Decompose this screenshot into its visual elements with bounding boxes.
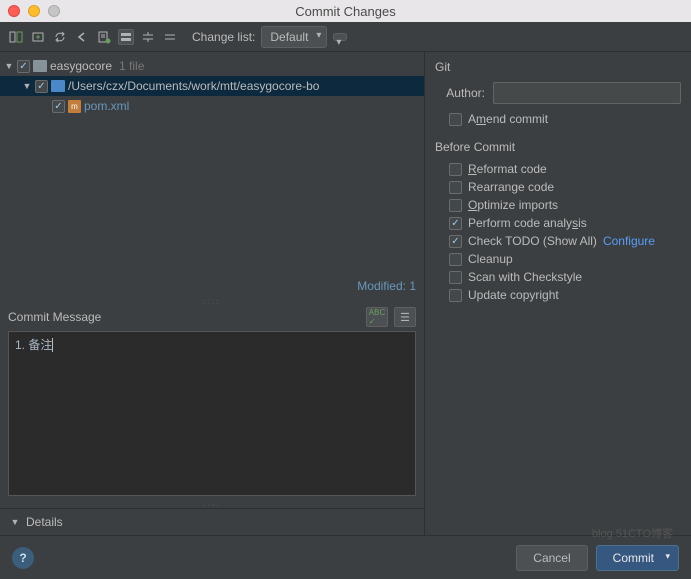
checkbox[interactable] [449, 271, 462, 284]
details-toggle[interactable]: ▼ Details [0, 508, 424, 535]
option-label: Cleanup [468, 252, 513, 266]
tree-meta: 1 file [119, 59, 144, 73]
checkbox[interactable] [52, 100, 65, 113]
configure-link[interactable]: Configure [603, 234, 655, 248]
expand-toggle-icon[interactable]: ▼ [22, 81, 32, 91]
option-label: Rearrange code [468, 180, 554, 194]
checkbox[interactable] [449, 217, 462, 230]
checkbox[interactable] [449, 199, 462, 212]
modified-count: Modified: 1 [0, 275, 424, 297]
maven-file-icon: m [68, 100, 81, 113]
commit-message-input[interactable]: 1. 备注 [8, 331, 416, 496]
expand-toggle-icon[interactable]: ▼ [4, 61, 14, 71]
before-commit-option[interactable]: Optimize imports [449, 198, 681, 212]
collapse-all-icon[interactable] [162, 29, 178, 45]
spellcheck-icon[interactable]: ABC✓ [366, 307, 388, 327]
tree-file-row[interactable]: m pom.xml [0, 96, 424, 116]
changelist-label: Change list: [192, 30, 255, 44]
option-label: Reformat code [468, 162, 547, 176]
checkbox[interactable] [449, 163, 462, 176]
tree-label: easygocore [50, 59, 112, 73]
checkbox[interactable] [449, 289, 462, 302]
commit-message-label: Commit Message [8, 310, 101, 324]
before-commit-title: Before Commit [435, 140, 681, 154]
option-label: Check TODO (Show All) [468, 234, 597, 248]
checkbox[interactable] [35, 80, 48, 93]
expand-all-icon[interactable] [140, 29, 156, 45]
checkbox[interactable] [17, 60, 30, 73]
author-label: Author: [435, 86, 485, 100]
move-to-changelist-icon[interactable] [30, 29, 46, 45]
option-label: Update copyright [468, 288, 559, 302]
before-commit-option[interactable]: Reformat code [449, 162, 681, 176]
changelist-actions-dropdown[interactable] [333, 33, 347, 41]
checkbox[interactable] [449, 113, 462, 126]
checkbox[interactable] [449, 181, 462, 194]
revert-icon[interactable] [74, 29, 90, 45]
checkbox[interactable] [449, 235, 462, 248]
folder-icon [51, 80, 65, 92]
changelist-select[interactable]: Default [261, 26, 327, 48]
left-panel: ▼ easygocore 1 file ▼ /Users/czx/Documen… [0, 52, 425, 535]
before-commit-option[interactable]: Perform code analysis [449, 216, 681, 230]
author-input[interactable] [493, 82, 681, 104]
footer: ? Cancel Commit [0, 535, 691, 579]
changes-tree[interactable]: ▼ easygocore 1 file ▼ /Users/czx/Documen… [0, 52, 424, 120]
before-commit-option[interactable]: Check TODO (Show All) Configure [449, 234, 681, 248]
window-title: Commit Changes [0, 4, 691, 19]
before-commit-option[interactable]: Rearrange code [449, 180, 681, 194]
group-by-directory-icon[interactable] [118, 29, 134, 45]
chevron-down-icon: ▼ [10, 517, 20, 527]
toolbar: Change list: Default [0, 22, 691, 52]
tree-label: pom.xml [84, 99, 129, 113]
history-icon[interactable]: ☰ [394, 307, 416, 327]
refresh-icon[interactable] [52, 29, 68, 45]
before-commit-option[interactable]: Cleanup [449, 252, 681, 266]
tree-root-row[interactable]: ▼ easygocore 1 file [0, 56, 424, 76]
git-section-title: Git [435, 60, 681, 74]
tree-label: /Users/czx/Documents/work/mtt/easygocore… [68, 79, 319, 93]
amend-commit-label: Amend commit [468, 112, 548, 126]
help-icon[interactable]: ? [12, 547, 34, 569]
show-diff-icon[interactable] [8, 29, 24, 45]
option-label: Optimize imports [468, 198, 558, 212]
tree-path-row[interactable]: ▼ /Users/czx/Documents/work/mtt/easygoco… [0, 76, 424, 96]
before-commit-option[interactable]: Update copyright [449, 288, 681, 302]
before-commit-option[interactable]: Scan with Checkstyle [449, 270, 681, 284]
option-label: Perform code analysis [468, 216, 587, 230]
option-label: Scan with Checkstyle [468, 270, 582, 284]
right-panel: Git Author: Amend commit Before Commit R… [425, 52, 691, 535]
new-changelist-icon[interactable] [96, 29, 112, 45]
cancel-button[interactable]: Cancel [516, 545, 587, 571]
titlebar: Commit Changes [0, 0, 691, 22]
watermark: blog 51CTO博客 [592, 525, 673, 541]
checkbox[interactable] [449, 253, 462, 266]
commit-button[interactable]: Commit [596, 545, 679, 571]
folder-icon [33, 60, 47, 72]
